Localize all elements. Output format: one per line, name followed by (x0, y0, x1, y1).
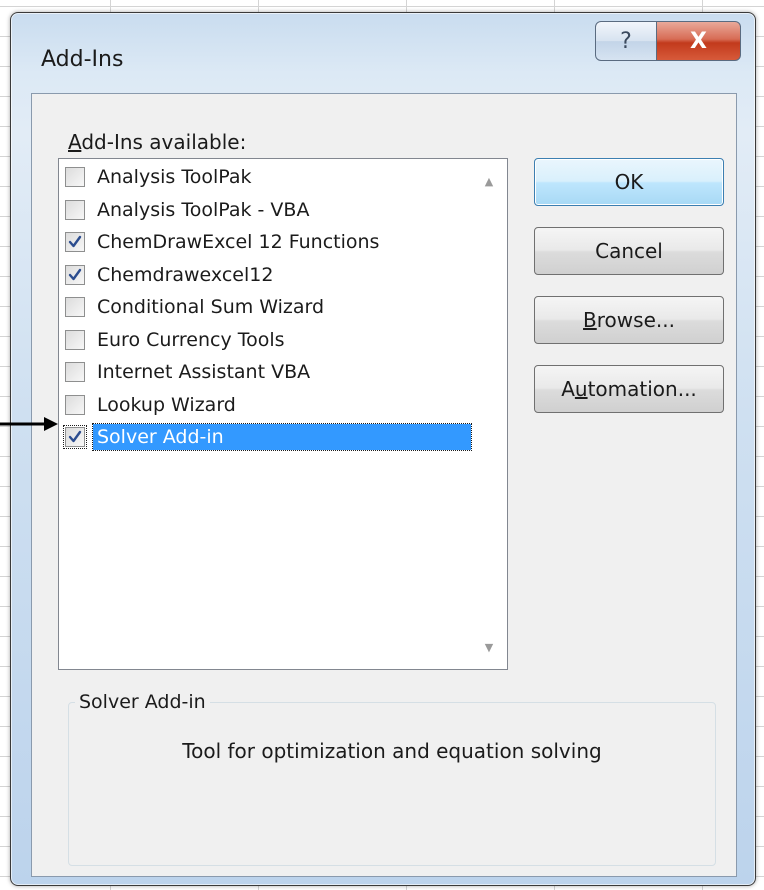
description-groupbox: Solver Add-in Tool for optimization and … (68, 691, 716, 866)
dialog-title: Add-Ins (41, 47, 124, 72)
add-in-checkbox[interactable] (65, 297, 85, 318)
automation-accel: u (574, 377, 588, 401)
description-text: Tool for optimization and equation solvi… (182, 739, 602, 763)
add-in-checkbox[interactable] (65, 329, 85, 350)
description-title: Solver Add-in (75, 691, 210, 713)
add-in-checkbox[interactable] (65, 199, 85, 220)
browse-label-rest: rowse... (596, 308, 675, 332)
add-in-label: Analysis ToolPak - VBA (97, 198, 310, 221)
checkmark-icon (68, 431, 82, 443)
list-item[interactable]: ChemDrawExcel 12 Functions (61, 226, 471, 259)
list-item[interactable]: Lookup Wizard (61, 389, 471, 422)
add-ins-available-label: Add-Ins available: (68, 130, 246, 154)
caption-buttons: ? X (595, 21, 741, 61)
browse-button[interactable]: Browse... (534, 296, 724, 344)
add-in-checkbox[interactable] (63, 425, 87, 450)
close-button[interactable]: X (657, 21, 741, 61)
list-item[interactable]: Chemdrawexcel12 (61, 259, 471, 292)
list-item[interactable]: Analysis ToolPak (61, 161, 471, 194)
add-in-label: Analysis ToolPak (97, 166, 252, 189)
add-in-label: Chemdrawexcel12 (97, 263, 274, 286)
list-item[interactable]: Solver Add-in (61, 421, 472, 454)
add-in-label: ChemDrawExcel 12 Functions (97, 231, 380, 254)
add-ins-listbox[interactable]: Analysis ToolPak Analysis ToolPak - VBA Ch… (58, 158, 508, 670)
ok-button[interactable]: OK (534, 158, 724, 206)
checkmark-icon (68, 236, 82, 248)
help-icon: ? (620, 28, 632, 54)
add-ins-dialog: Add-Ins ? X Add-Ins available: Analysis … (10, 12, 756, 886)
add-in-checkbox[interactable] (65, 232, 85, 253)
add-in-label: Lookup Wizard (97, 393, 236, 416)
dialog-client-area: Add-Ins available: Analysis ToolPak Analy… (31, 93, 737, 877)
add-in-label: Internet Assistant VBA (97, 361, 311, 384)
automation-button[interactable]: Au tomation... (534, 365, 724, 413)
add-in-checkbox[interactable] (65, 394, 85, 415)
add-in-checkbox[interactable] (65, 362, 85, 383)
browse-accel: B (583, 308, 597, 332)
add-ins-list: Analysis ToolPak Analysis ToolPak - VBA Ch… (61, 161, 472, 454)
list-item[interactable]: Conditional Sum Wizard (61, 291, 471, 324)
checkmark-icon (68, 268, 82, 280)
pointer-arrow-icon (0, 417, 58, 431)
close-icon: X (690, 28, 707, 54)
vertical-scrollbar[interactable]: ▲ ▼ (472, 160, 506, 668)
add-ins-available-label-rest: dd-Ins available: (81, 130, 247, 154)
list-item[interactable]: Analysis ToolPak - VBA (61, 194, 471, 227)
add-in-checkbox[interactable] (65, 264, 85, 285)
list-item[interactable]: Euro Currency Tools (61, 324, 471, 357)
list-item[interactable]: Internet Assistant VBA (61, 356, 471, 389)
automation-label-rest: tomation... (587, 377, 697, 401)
scroll-up-arrow-icon[interactable]: ▲ (472, 166, 506, 196)
scroll-down-arrow-icon[interactable]: ▼ (472, 632, 506, 662)
add-in-label: Solver Add-in (92, 423, 472, 452)
add-ins-available-accel: A (68, 130, 82, 154)
help-button[interactable]: ? (595, 21, 657, 61)
add-in-label: Conditional Sum Wizard (97, 296, 325, 319)
cancel-button[interactable]: Cancel (534, 227, 724, 275)
add-in-label: Euro Currency Tools (97, 328, 285, 351)
dialog-buttons: OK Cancel Browse... Au tomation... (534, 158, 726, 434)
add-in-checkbox[interactable] (65, 167, 85, 188)
automation-label-pre: A (561, 377, 575, 401)
